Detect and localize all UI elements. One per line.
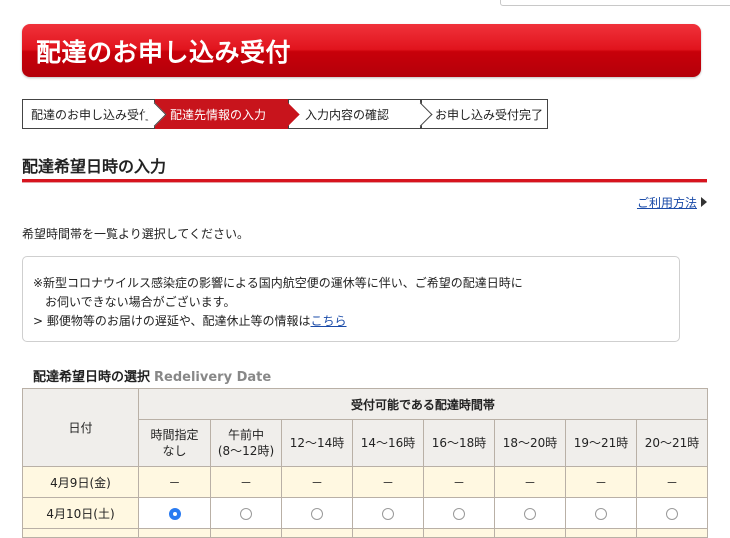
step-4-label: お申し込み受付完了 (435, 108, 544, 122)
table-title-en: Redelivery Date (154, 370, 272, 385)
intro-text: 希望時間帯を一覧より選択してください。 (22, 227, 250, 241)
slot-header: 14〜16時 (352, 419, 424, 467)
step-1: 配達のお申し込み受付 (22, 99, 167, 129)
notice-link[interactable]: こちら (311, 314, 347, 328)
table-row: 4月9日(金) － － － － － － － － (22, 466, 708, 498)
table-row (22, 528, 708, 538)
notice-line-2: お伺いできない場合がございます。 (45, 295, 236, 309)
page-banner: 配達のお申し込み受付 (22, 24, 701, 77)
unavailable-mark: － (352, 466, 424, 498)
slot-header: 20〜21時 (636, 419, 708, 467)
unavailable-mark: － (636, 466, 708, 498)
chevron-right-icon (701, 197, 707, 207)
delivery-slot-table: 日付 受付可能である配達時間帯 時間指定なし 午前中 (8〜12時) 12〜14時… (22, 388, 708, 538)
slot-cell (138, 497, 211, 529)
slot-header-line2: (8〜12時) (217, 444, 275, 458)
table-title-ja: 配達希望日時の選択 (33, 370, 151, 385)
unavailable-mark: － (565, 466, 637, 498)
notice-box: ※新型コロナウイルス感染症の影響による国内航空便の運休等に伴い、ご希望の配達日時… (22, 256, 680, 342)
slot-header: 12〜14時 (281, 419, 353, 467)
table-title: 配達希望日時の選択 Redelivery Date (33, 366, 271, 385)
unavailable-mark: － (210, 466, 282, 498)
slot-header: 時間指定 なし (138, 419, 211, 467)
slot-radio[interactable] (595, 507, 607, 520)
notice-line-3-text: > 郵便物等のお届けの遅延や、配達休止等の情報は (33, 314, 311, 328)
slot-radio[interactable] (666, 507, 678, 520)
section-divider-shadow (22, 182, 707, 183)
date-column-header: 日付 (22, 388, 139, 467)
time-slot-group-header: 受付可能である配達時間帯 (138, 388, 708, 420)
step-3-label: 入力内容の確認 (305, 108, 390, 122)
section-title: 配達希望日時の入力 (22, 157, 167, 176)
search-input[interactable] (500, 0, 730, 6)
slot-radio[interactable] (311, 507, 323, 520)
step-4: お申し込み受付完了 (421, 99, 548, 129)
help-link[interactable]: ご利用方法 (637, 194, 697, 211)
slot-header: 18〜20時 (494, 419, 566, 467)
unavailable-mark: － (138, 466, 211, 498)
slot-cell (352, 497, 424, 529)
unavailable-mark: － (281, 466, 353, 498)
slot-header-line1: 時間指定 (150, 428, 199, 442)
slot-header-line2: なし (162, 444, 187, 458)
step-2-current: 配達先情報の入力 (155, 99, 300, 129)
step-1-label: 配達のお申し込み受付 (31, 108, 152, 122)
slot-cell (636, 497, 708, 529)
slot-header: 16〜18時 (423, 419, 495, 467)
unavailable-mark: － (423, 466, 495, 498)
slot-radio[interactable] (524, 507, 536, 520)
slot-header-line1: 午前中 (227, 428, 264, 442)
notice-line-3: > 郵便物等のお届けの遅延や、配達休止等の情報はこちら (33, 312, 347, 329)
slot-cell (210, 497, 282, 529)
slot-cell (494, 497, 566, 529)
date-cell: 4月10日(土) (22, 497, 139, 529)
date-cell: 4月9日(金) (22, 466, 139, 498)
slot-cell (423, 497, 495, 529)
step-2-label: 配達先情報の入力 (170, 108, 267, 122)
slot-cell (281, 497, 353, 529)
slot-radio-selected[interactable] (168, 507, 181, 520)
slot-radio[interactable] (240, 507, 252, 520)
notice-line-1: ※新型コロナウイルス感染症の影響による国内航空便の運休等に伴い、ご希望の配達日時… (33, 276, 523, 290)
slot-radio[interactable] (382, 507, 394, 520)
slot-header: 午前中 (8〜12時) (210, 419, 282, 467)
banner-title: 配達のお申し込み受付 (36, 38, 292, 67)
table-row: 4月10日(土) (22, 497, 708, 529)
step-3: 入力内容の確認 (288, 99, 433, 129)
slot-header: 19〜21時 (565, 419, 637, 467)
slot-cell (565, 497, 637, 529)
slot-radio[interactable] (453, 507, 465, 520)
unavailable-mark: － (494, 466, 566, 498)
